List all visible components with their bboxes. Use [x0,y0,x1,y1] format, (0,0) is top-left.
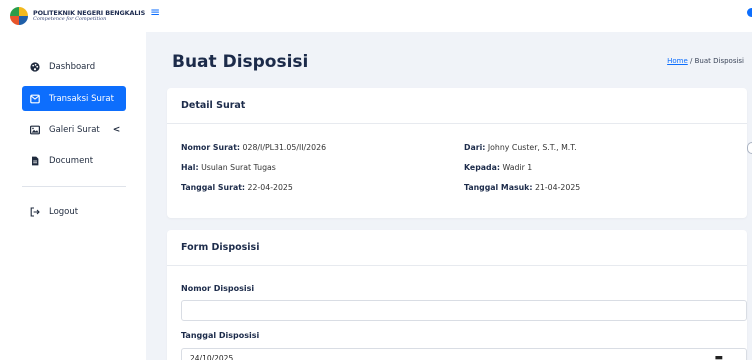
field-value: 22-04-2025 [247,183,293,192]
field-dari: Dari: Johny Custer, S.T., M.T. [464,143,577,152]
field-value: Usulan Surat Tugas [201,163,276,172]
images-icon [30,125,40,135]
field-label: Kepada: [464,163,500,172]
tanggal-disposisi-label: Tanggal Disposisi [181,331,260,340]
sidebar-item-galeri-surat[interactable]: Galeri Surat < [22,117,126,142]
field-nomor-surat: Nomor Surat: 028/I/PL31.05/II/2026 [181,143,326,152]
field-label: Tanggal Masuk: [464,183,533,192]
brand-logo-icon [10,7,28,25]
sidebar-item-transaksi-surat[interactable]: Transaksi Surat [22,86,126,111]
envelope-icon [30,94,40,104]
settings-tab-handle[interactable] [747,142,752,154]
sidebar-item-label: Transaksi Surat [49,93,114,104]
logout-icon [30,206,40,217]
field-tanggal-masuk: Tanggal Masuk: 21-04-2025 [464,183,580,192]
field-label: Hal: [181,163,199,172]
field-value: 028/I/PL31.05/II/2026 [242,143,327,152]
sidebar-item-dashboard[interactable]: Dashboard [22,54,126,79]
field-label: Dari: [464,143,486,152]
nomor-disposisi-label: Nomor Disposisi [181,284,255,293]
page-title: Buat Disposisi [172,52,309,72]
form-disposisi-card: Form Disposisi Nomor Disposisi Tanggal D… [167,230,747,360]
card-title: Detail Surat [167,88,747,124]
calendar-icon[interactable]: ▬ [714,353,723,360]
field-tanggal-surat: Tanggal Surat: 22-04-2025 [181,183,293,192]
brand[interactable]: POLITEKNIK NEGERI BENGKALIS Competence f… [0,0,146,32]
brand-text: POLITEKNIK NEGERI BENGKALIS Competence f… [33,9,145,23]
profile-toggle[interactable] [747,8,752,17]
tanggal-disposisi-input[interactable] [181,348,747,360]
field-value: Wadir 1 [502,163,533,172]
top-bar: POLITEKNIK NEGERI BENGKALIS Competence f… [0,0,752,32]
field-value: 21-04-2025 [534,183,581,192]
sidebar-item-label: Document [49,155,94,166]
sidebar-item-logout[interactable]: Logout [22,199,126,224]
breadcrumb-separator: / [690,57,693,65]
card-title: Form Disposisi [167,230,747,266]
field-hal: Hal: Usulan Surat Tugas [181,163,276,172]
field-label: Nomor Surat: [181,143,241,152]
breadcrumb: Home / Buat Disposisi [667,57,744,65]
sidebar: Dashboard Transaksi Surat Galeri Surat <… [0,32,146,360]
nomor-disposisi-input[interactable] [181,300,747,321]
chevron-left-icon: < [112,124,121,135]
brand-tagline: Competence for Competition [33,16,107,23]
sidebar-item-label: Logout [49,206,79,217]
sidebar-item-document[interactable]: Document [22,148,126,173]
sidebar-item-label: Dashboard [49,61,96,72]
breadcrumb-home-link[interactable]: Home [667,57,688,65]
field-label: Tanggal Surat: [181,183,246,192]
file-icon [30,156,40,166]
main-content: Buat Disposisi Home / Buat Disposisi Det… [146,32,752,360]
detail-surat-card: Detail Surat Nomor Surat: 028/I/PL31.05/… [167,88,747,218]
field-kepada: Kepada: Wadir 1 [464,163,532,172]
hamburger-menu-icon[interactable]: ≡ [150,6,162,18]
field-value: Johny Custer, S.T., M.T. [487,143,577,152]
sidebar-item-label: Galeri Surat [49,124,100,135]
breadcrumb-current: Buat Disposisi [694,57,744,65]
palette-icon [30,61,40,72]
sidebar-divider [22,186,126,187]
